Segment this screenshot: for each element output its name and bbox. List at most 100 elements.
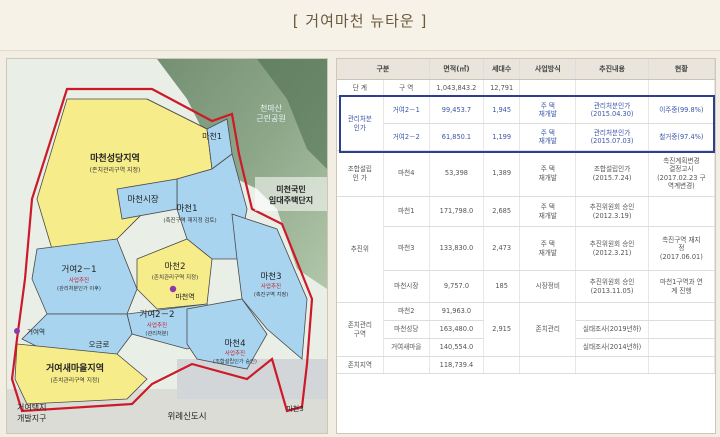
label-machon4: 마천4 [224,338,245,349]
cell: 99,453.7 [429,96,485,124]
th-progress: 추진내용 [575,59,649,80]
cell: 마천시장 [383,270,430,303]
label-geoyeo-station: 거여역 [27,327,45,336]
label-ogeum-road: 오금로 [89,340,110,349]
cell: 마천1구역과 연 계 진행 [648,270,715,303]
cell: 촉진구역 재지 정 (2017.06.01) [648,226,715,271]
label-geoyeo2-1-sub1: 사업추진 [69,276,89,284]
th-method: 사업방식 [519,59,577,80]
cell: 140,554.0 [429,338,485,357]
cell: 거여2－1 [383,96,430,124]
label-machon4-sub2: (조합설립인가 승인) [213,357,257,365]
table-row: 마천3 133,830.0 2,473 주 택 재개발 추진위원회 승인 (20… [337,226,715,271]
cell: 1,389 [483,150,521,197]
cell: 촉진계획변경 결정고시 (2017.02.23 구 역계변경) [648,150,715,197]
label-machon-seongdang: 마천성당지역 [90,152,140,164]
table-row: 추진위 마천1 171,798.0 2,685 주 택 재개발 추진위원회 승인… [337,196,715,303]
cell [648,79,715,97]
th-category: 구분 [337,59,430,80]
cell [519,356,577,374]
geoyeo-station-marker [14,328,20,334]
cell: 추진위 [337,196,384,303]
cell [483,356,521,374]
cell [648,196,715,227]
cell: 관리처분인가 (2015.04.30) [575,96,649,124]
cell [575,79,649,97]
label-machon3: 마천3 [260,271,281,282]
label-machon-market: 마천시장 [127,194,158,205]
cell: 조합설립인가 (2015.7.24) [575,150,649,197]
cell: 118,739.4 [429,356,485,374]
cell: 거여2－2 [383,123,430,151]
label-machon4-sub1: 사업추진 [225,349,245,357]
cell: 주 택 재개발 [519,150,577,197]
label-geoyeo-saemaeul: 거여새마을지역 [46,362,104,374]
table-row: 마천시장 9,757.0 185 시장정비 추진위원회 승인 (2013.11.… [337,270,715,303]
zone-geoyeo2-1 [31,238,138,315]
cell: 2,685 [483,196,521,227]
cell: 163,480.0 [429,320,485,339]
status-table: 구분 면적(㎡) 세대수 사업방식 추진내용 현황 단 계 구 역 1,043,… [337,59,715,374]
cell: 마천1 [383,196,430,227]
cell: 12,791 [483,79,521,97]
cell: 마천3 [383,226,430,271]
cell: 실태조사(2014년하) [575,338,649,357]
cell: 53,398 [429,150,485,197]
cell: 1,945 [483,96,521,124]
table-row: 존치관리 구역 마천2 91,963.0 2,915 존치관리 [337,302,715,357]
label-wirye: 위례신도시 [167,411,206,422]
cell: 조합설립 인 가 [337,150,384,197]
label-geoyeo2-1-sub2: (관리처분인가 이후) [57,284,101,292]
cell: 추진위원회 승인 (2013.11.05) [575,270,649,303]
cell: 존치관리 [519,302,577,357]
label-machon3-sub2: (촉진구역 지정) [254,290,288,298]
cell: 185 [483,270,521,303]
label-geoyeo-saemaeul-sub: (존치관리구역 지정) [50,376,99,384]
cell: 추진위원회 승인 (2012.3.21) [575,226,649,271]
cell: 이주중(99.8%) [648,96,715,124]
cell [575,302,649,321]
cell: 마천2 [383,302,430,321]
cell: 관리처분인가 (2015.07.03) [575,123,649,151]
label-machon1-top: 마천1 [202,131,222,141]
cell: 실태조사(2019년하) [575,320,649,339]
th-households: 세대수 [483,59,521,80]
label-machon-station: 마천역 [175,292,194,301]
cell: 추진위원회 승인 (2012.3.19) [575,196,649,227]
title-bar: [ 거여마천 뉴타운 ] [0,0,720,51]
cell: 마천4 [383,150,430,197]
cell: 1,199 [483,123,521,151]
label-geoyeo2-2: 거여2－2 [140,309,175,320]
label-machon2: 마천2 [164,261,185,272]
cell: 91,963.0 [429,302,485,321]
status-table-panel: 구분 면적(㎡) 세대수 사업방식 추진내용 현황 단 계 구 역 1,043,… [336,58,716,434]
cell: 단 계 [337,79,384,97]
page-title: [ 거여마천 뉴타운 ] [292,12,428,30]
cell: 거여새마을 [383,338,430,357]
table-row: 관리처분 인가 거여2－1 99,453.7 1,945 주 택 재개발 관리처… [337,96,715,151]
cell [648,356,715,374]
cell: 171,798.0 [429,196,485,227]
map-panel: 천마산 근린공원 마천1 마천성당지역 (존치관리구역 지정) 마천시장 마천1 … [6,58,328,434]
cell: 마천성당 [383,320,430,339]
label-machon3-bottom: 마천3 [286,404,303,413]
table-header-row: 구분 면적(㎡) 세대수 사업방식 추진내용 현황 [337,59,715,80]
cell: 1,043,843.2 [429,79,485,97]
cell: 존치지역 [337,356,384,374]
label-machon2-sub: (존치관리구역 지정) [152,273,199,281]
th-area: 면적(㎡) [429,59,485,80]
cell: 시장정비 [519,270,577,303]
label-machon-seongdang-sub: (존치관리구역 지정) [90,166,141,174]
cell: 주 택 재개발 [519,226,577,271]
table-row: 존치지역 118,739.4 [337,356,715,374]
table-row: 거여2－2 61,850.1 1,199 주 택 재개발 관리처분인가 (201… [337,123,715,151]
cell: 주 택 재개발 [519,123,577,151]
cell [648,338,715,357]
cell: 구 역 [383,79,430,97]
cell [519,79,577,97]
cell: 주 택 재개발 [519,96,577,124]
label-machon3-sub1: 사업추진 [261,282,281,290]
cell: 주 택 재개발 [519,196,577,227]
cell [383,356,430,374]
cell: 존치관리 구역 [337,302,384,357]
